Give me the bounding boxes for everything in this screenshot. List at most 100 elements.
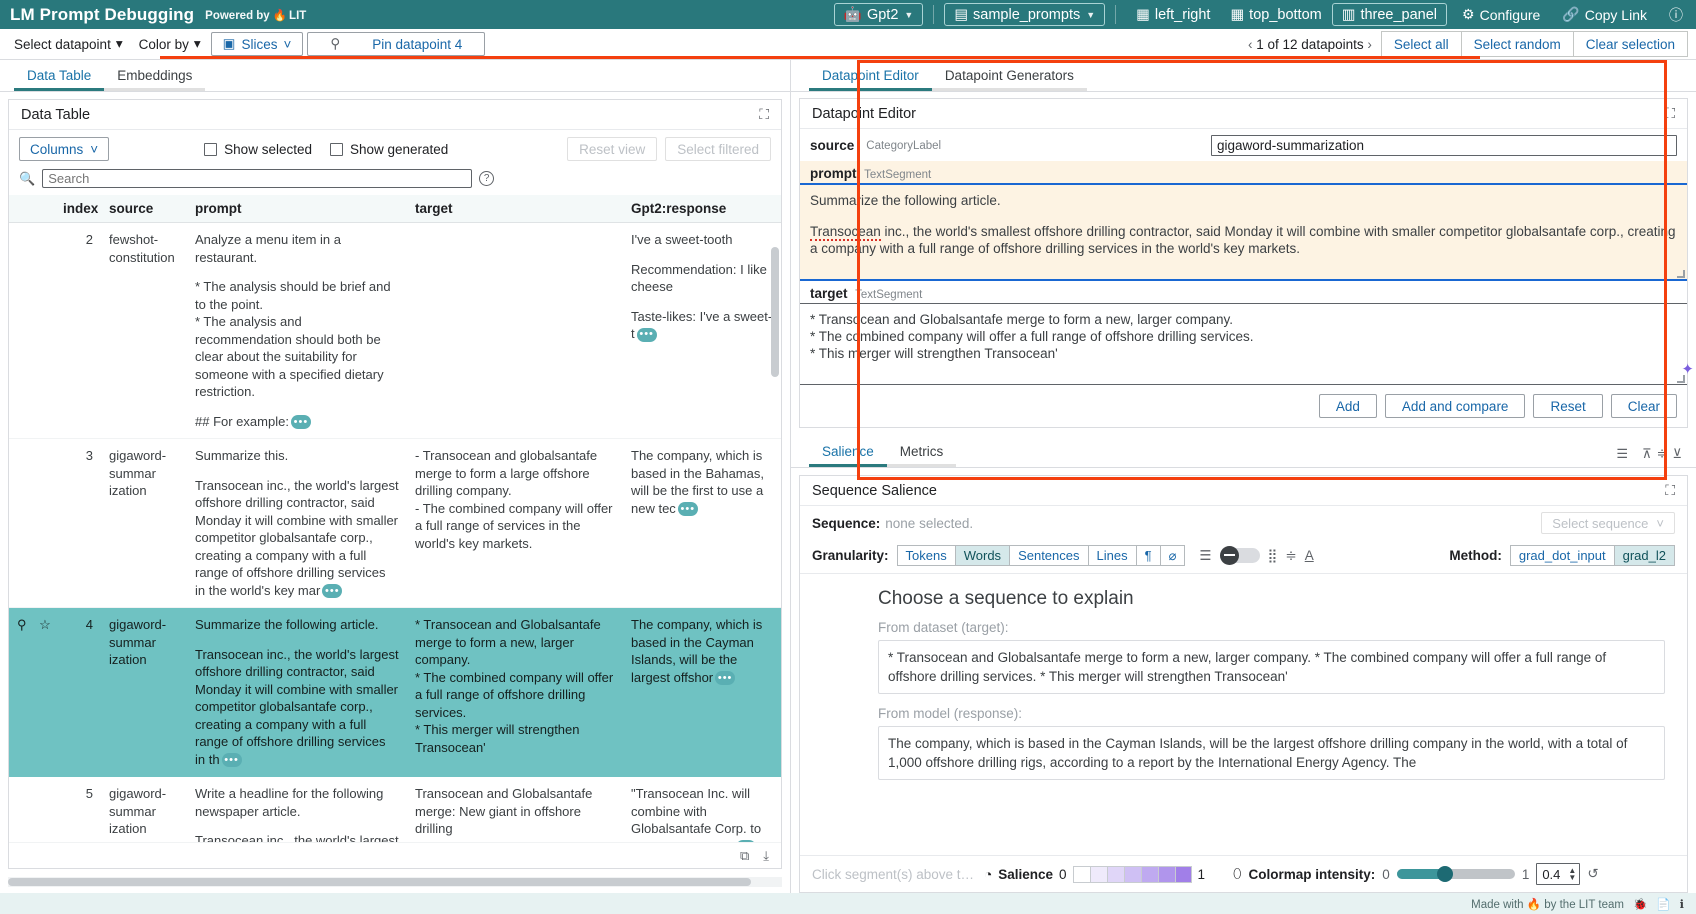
search-input[interactable] (42, 169, 472, 188)
table-row[interactable]: ⚲ ☆ 4 gigaword- summar ization Summarize… (9, 608, 781, 777)
model-selector[interactable]: 🤖 Gpt2 ▼ (834, 3, 923, 26)
expand-ellipsis-icon[interactable]: ••• (222, 753, 242, 767)
info-icon[interactable]: ℹ (1680, 897, 1684, 911)
col-header-target[interactable]: target (407, 195, 623, 223)
table-row[interactable]: 5 gigaword- summar ization Write a headl… (9, 777, 781, 843)
method-grad-l2[interactable]: grad_l2 (1615, 545, 1675, 566)
col-header-response[interactable]: Gpt2:response (623, 195, 781, 223)
slider-knob[interactable] (1437, 866, 1453, 882)
datapoint-editor-module: Datapoint Editor ⛶ source CategoryLabel … (799, 98, 1688, 428)
copy-link-button[interactable]: 🔗 Copy Link (1559, 3, 1650, 26)
expand-ellipsis-icon[interactable]: ••• (637, 328, 657, 342)
clear-selection-button[interactable]: Clear selection (1574, 31, 1688, 57)
help-icon[interactable]: ⓘ (1666, 3, 1686, 26)
add-and-compare-button[interactable]: Add and compare (1385, 394, 1526, 418)
columns-button[interactable]: Columns ˅ (19, 137, 109, 161)
granularity-paragraph-icon[interactable]: ¶ (1137, 545, 1161, 566)
method-grad-dot-input[interactable]: grad_dot_input (1510, 545, 1615, 566)
dataset-selector[interactable]: ▤ sample_prompts ▼ (944, 3, 1105, 26)
expand-ellipsis-icon[interactable]: ••• (715, 671, 735, 685)
scrollbar-thumb[interactable] (8, 878, 751, 886)
color-by-dropdown[interactable]: Color by ▾ (133, 32, 207, 56)
show-generated-checkbox[interactable]: Show generated (330, 142, 448, 157)
star-icon[interactable]: ☆ (39, 617, 51, 632)
expand-icon[interactable]: ⛶ (759, 106, 769, 123)
row-pin-cell[interactable]: ⚲ ☆ (9, 608, 55, 777)
pin-datapoint-button[interactable]: ⚲ Pin datapoint 4 (307, 32, 485, 56)
tab-datapoint-generators[interactable]: Datapoint Generators (932, 61, 1087, 91)
expand-ellipsis-icon[interactable]: ••• (678, 502, 698, 516)
row-pin-cell[interactable] (9, 223, 55, 439)
tab-datapoint-editor[interactable]: Datapoint Editor (809, 61, 932, 91)
target-textarea[interactable]: * Transocean and Globalsantafe merge to … (800, 303, 1687, 385)
select-filtered-button[interactable]: Select filtered (665, 137, 771, 161)
reset-button[interactable]: Reset (1533, 394, 1602, 418)
colormap-slider[interactable] (1397, 869, 1515, 879)
download-icon[interactable]: ⤓ (763, 848, 769, 864)
bug-icon[interactable]: 🐞 (1633, 897, 1647, 911)
table-row[interactable]: 2 fewshot- constitution Analyze a menu i… (9, 223, 781, 439)
show-selected-checkbox[interactable]: Show selected (204, 142, 312, 157)
align-bottom-icon[interactable]: ⊻ (1672, 446, 1682, 462)
tab-metrics[interactable]: Metrics (887, 437, 957, 467)
granularity-lines[interactable]: Lines (1089, 545, 1137, 566)
select-random-button[interactable]: Select random (1462, 31, 1574, 57)
select-sequence-button[interactable]: Select sequence ˅ (1541, 512, 1675, 534)
resize-handle[interactable] (1677, 270, 1685, 278)
col-header-source[interactable]: source (101, 195, 187, 223)
expand-ellipsis-icon[interactable]: ••• (736, 840, 756, 842)
sparkle-icon[interactable]: ✦ (1681, 360, 1694, 378)
granularity-all-icon[interactable]: ⌀ (1161, 545, 1186, 566)
table-vertical-scrollbar[interactable] (771, 247, 779, 377)
pin-icon[interactable]: ⚲ (17, 617, 27, 632)
compact-icon[interactable]: ≑ (1285, 548, 1296, 564)
row-pin-cell[interactable] (9, 777, 55, 843)
reset-icon[interactable]: ↺ (1587, 866, 1598, 882)
layout-three-panel[interactable]: ▥ three_panel (1332, 3, 1447, 26)
table-row[interactable]: 3 gigaword- summar ization Summarize thi… (9, 439, 781, 608)
granularity-sentences[interactable]: Sentences (1010, 545, 1088, 566)
lines-icon[interactable]: ☰ (1199, 548, 1211, 564)
layout-left-right[interactable]: ▦ left_right (1126, 3, 1220, 26)
row-pin-cell[interactable] (9, 439, 55, 608)
equals-icon[interactable]: ☰ (1616, 446, 1628, 462)
from-dataset-option[interactable]: * Transocean and Globalsantafe merge to … (878, 640, 1665, 694)
tab-salience[interactable]: Salience (809, 437, 887, 467)
granularity-tokens[interactable]: Tokens (897, 545, 956, 566)
granularity-words[interactable]: Words (956, 545, 1010, 566)
next-arrow-icon[interactable]: › (1367, 37, 1372, 52)
select-all-button[interactable]: Select all (1381, 31, 1462, 57)
from-model-option[interactable]: The company, which is based in the Cayma… (878, 726, 1665, 780)
source-input[interactable] (1211, 135, 1677, 156)
grid-icon[interactable]: ⣿ (1268, 548, 1278, 564)
prompt-textarea[interactable]: Summarize the following article. Transoc… (800, 183, 1687, 281)
data-table-scroll[interactable]: index source prompt target Gpt2:response (9, 195, 781, 842)
expand-icon[interactable]: ⛶ (1665, 105, 1675, 122)
expand-ellipsis-icon[interactable]: ••• (291, 415, 311, 429)
doc-icon[interactable]: 📄 (1656, 897, 1670, 911)
col-header-index[interactable]: index (55, 195, 101, 223)
reset-view-button[interactable]: Reset view (567, 137, 657, 161)
copy-icon[interactable]: ⧉ (740, 848, 749, 864)
colormap-value-stepper[interactable]: 0.4 ▲▼ (1536, 863, 1580, 885)
select-datapoint-dropdown[interactable]: Select datapoint ▾ (8, 32, 129, 56)
pin-icon: ⚲ (330, 36, 340, 52)
align-top-icon[interactable]: ⊼ (1642, 446, 1652, 462)
stepper-arrows-icon[interactable]: ▲▼ (1568, 867, 1576, 881)
table-horizontal-scrollbar[interactable] (8, 877, 782, 887)
font-size-icon[interactable]: A (1305, 548, 1314, 563)
tab-embeddings[interactable]: Embeddings (104, 61, 205, 91)
expand-icon[interactable]: ⛶ (1665, 482, 1675, 499)
add-button[interactable]: Add (1319, 394, 1377, 418)
clear-button[interactable]: Clear (1611, 394, 1677, 418)
layout-top-bottom[interactable]: ▦ top_bottom (1220, 3, 1331, 26)
tab-data-table[interactable]: Data Table (14, 61, 104, 91)
configure-button[interactable]: ⚙ Configure (1459, 3, 1543, 26)
expand-ellipsis-icon[interactable]: ••• (322, 584, 342, 598)
help-icon[interactable]: ? (479, 171, 494, 186)
col-header-prompt[interactable]: prompt (187, 195, 407, 223)
dense-toggle[interactable] (1220, 548, 1260, 563)
prev-arrow-icon[interactable]: ‹ (1248, 37, 1253, 52)
slices-button[interactable]: ▣ Slices ˅ (211, 32, 304, 56)
align-middle-icon[interactable]: ≑ (1657, 446, 1668, 462)
